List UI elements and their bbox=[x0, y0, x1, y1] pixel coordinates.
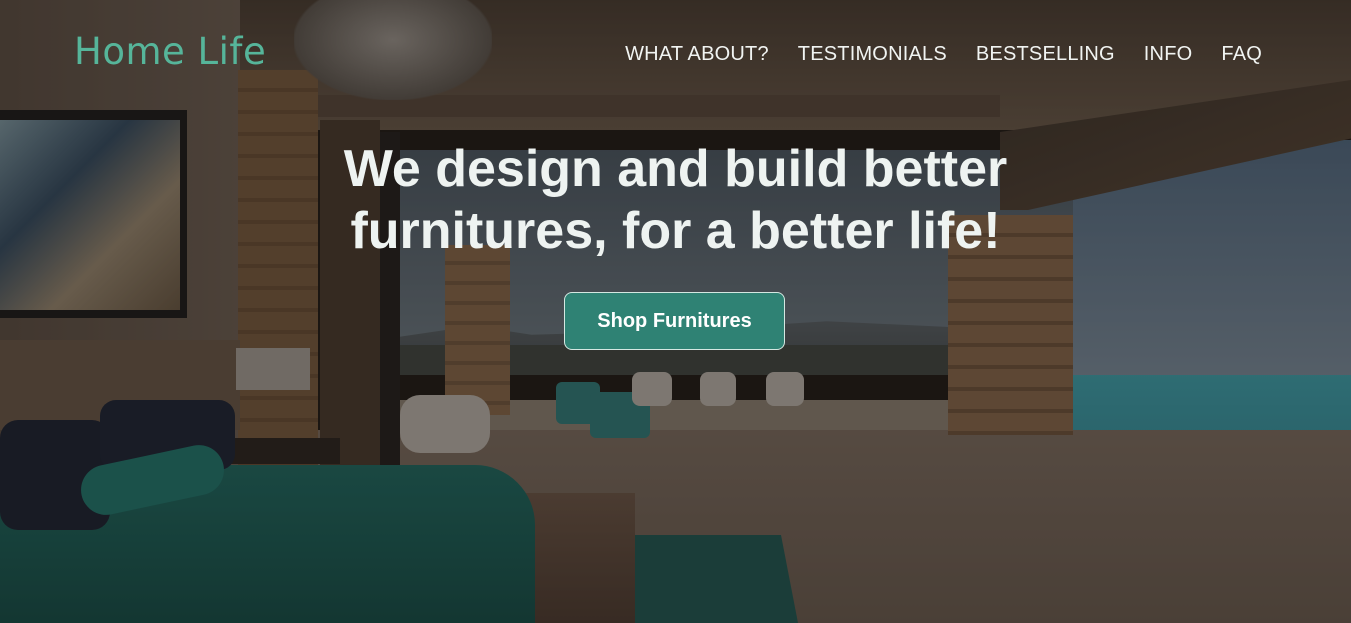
shop-furnitures-button[interactable]: Shop Furnitures bbox=[564, 292, 785, 350]
nav-link-bestselling[interactable]: BESTSELLING bbox=[976, 43, 1115, 66]
nav-link-info[interactable]: INFO bbox=[1144, 43, 1193, 66]
hero-headline: We design and build better furnitures, f… bbox=[0, 138, 1351, 262]
nav-link-what-about[interactable]: WHAT ABOUT? bbox=[625, 43, 769, 66]
hero-headline-line-1: We design and build better bbox=[343, 140, 1008, 198]
nav-link-faq[interactable]: FAQ bbox=[1221, 43, 1262, 66]
hero-headline-line-2: furnitures, for a better life! bbox=[350, 202, 1001, 260]
main-nav: WHAT ABOUT? TESTIMONIALS BESTSELLING INF… bbox=[625, 43, 1262, 66]
logo[interactable]: Home Life bbox=[74, 30, 266, 73]
nav-link-testimonials[interactable]: TESTIMONIALS bbox=[798, 43, 947, 66]
hero-section: Home Life WHAT ABOUT? TESTIMONIALS BESTS… bbox=[0, 0, 1351, 623]
